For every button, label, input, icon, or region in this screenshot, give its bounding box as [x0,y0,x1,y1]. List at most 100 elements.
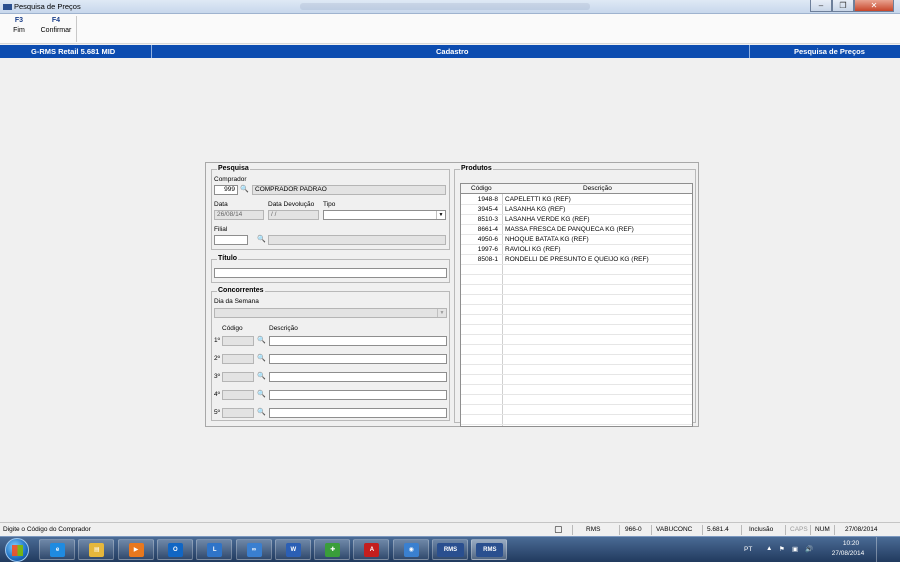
concorrente-index: 4º [214,391,220,398]
table-row[interactable] [461,415,692,425]
dia-semana-select[interactable]: ▼ [214,308,447,318]
fim-button[interactable]: F3 Fim [8,17,30,34]
binoculars-icon[interactable]: 🔍 [256,336,267,346]
start-button[interactable] [5,538,29,562]
binoculars-icon[interactable]: 🔍 [256,235,267,245]
taskbar-word-button[interactable]: W [274,539,311,560]
concorrentes-title: Concorrentes [217,287,265,294]
table-row[interactable]: 4950-6 NHOQUE BATATA KG (REF) [461,235,692,245]
table-row[interactable]: 8661-4 MASSA FRESCA DE PANQUECA KG (REF) [461,225,692,235]
table-row[interactable]: 1997-6 RAVIOLI KG (REF) [461,245,692,255]
status-separator [702,525,703,535]
table-row[interactable] [461,325,692,335]
concorrente-code-input[interactable] [222,354,254,364]
lync-icon: L [207,543,223,557]
clock-date[interactable]: 27/08/2014 [826,550,870,557]
table-row[interactable] [461,355,692,365]
concorrente-code-input[interactable] [222,408,254,418]
binoculars-icon[interactable]: 🔍 [256,354,267,364]
table-row[interactable] [461,405,692,415]
product-description: LASANHA KG (REF) [505,206,566,213]
devolucao-input[interactable]: / / [268,210,319,220]
binoculars-icon[interactable]: 🔍 [239,185,250,195]
window-title: Pesquisa de Preços [14,2,81,11]
table-row[interactable] [461,295,692,305]
minimize-icon[interactable]: – [810,0,832,12]
taskbar-explorer-button[interactable]: ▤ [78,539,115,560]
concorrente-code-input[interactable] [222,390,254,400]
fim-label: Fim [13,27,25,34]
status-message: Digite o Código do Comprador [3,526,91,533]
table-row[interactable]: 1948-8 CAPELETTI KG (REF) [461,195,692,205]
produtos-group: Produtos Código Descrição 1948-8 CAPELETT… [454,165,696,427]
product-description: CAPELETTI KG (REF) [505,196,571,203]
concorrente-desc-field[interactable] [269,372,447,382]
binoculars-icon[interactable]: 🔍 [256,390,267,400]
volume-icon[interactable]: 🔊 [805,545,813,553]
taskbar-app3-button[interactable]: ◉ [392,539,429,560]
table-row[interactable] [461,305,692,315]
flag-icon[interactable]: ⚑ [779,545,785,553]
grid-header-codigo: Código [471,185,492,192]
concorrente-desc-field[interactable] [269,336,447,346]
table-row[interactable] [461,385,692,395]
concorrente-desc-field[interactable] [269,408,447,418]
taskbar-app-button[interactable]: ∞ [235,539,272,560]
tipo-select[interactable]: ▼ [323,210,446,220]
titulo-input[interactable] [214,268,447,278]
filial-input[interactable] [214,235,248,245]
fim-key: F3 [14,17,24,24]
chevron-down-icon[interactable]: ▼ [436,211,445,219]
rms-icon: RMS [437,543,464,557]
concorrente-code-input[interactable] [222,372,254,382]
binoculars-icon[interactable]: 🔍 [256,372,267,382]
table-row[interactable] [461,365,692,375]
produtos-grid[interactable]: Código Descrição 1948-8 CAPELETTI KG (REF… [460,183,693,427]
table-row[interactable]: 8508-1 RONDELLI DE PRESUNTO E QUEIJO KG (… [461,255,692,265]
table-row[interactable]: 8510-3 LASANHA VERDE KG (REF) [461,215,692,225]
table-row[interactable] [461,375,692,385]
product-description: RAVIOLI KG (REF) [505,246,561,253]
maximize-icon[interactable]: ❐ [832,0,854,12]
word-icon: W [285,543,301,557]
concorrente-desc-field[interactable] [269,354,447,364]
status-system: RMS [586,526,601,533]
table-row[interactable] [461,275,692,285]
table-row[interactable] [461,335,692,345]
tray-chevron-icon[interactable]: ▲ [766,545,772,552]
table-row[interactable] [461,285,692,295]
status-num: NUM [815,526,830,533]
concorrente-code-input[interactable] [222,336,254,346]
language-indicator[interactable]: PT [744,546,752,553]
show-desktop-button[interactable] [876,537,884,562]
table-row[interactable] [461,315,692,325]
clock-time[interactable]: 10:20 [836,540,866,547]
taskbar-acrobat-button[interactable]: A [353,539,390,560]
binoculars-icon[interactable]: 🔍 [256,408,267,418]
confirmar-button[interactable]: F4 Confirmar [38,17,74,34]
network-icon[interactable]: ▣ [792,545,798,553]
pesquisa-title: Pesquisa [217,165,250,172]
table-row[interactable] [461,345,692,355]
header-separator [151,45,152,58]
taskbar-ie-button[interactable]: e [39,539,75,560]
chevron-down-icon[interactable]: ▼ [437,309,446,317]
taskbar-app2-button[interactable]: ✚ [314,539,351,560]
window-controls: – ❐ ✕ [810,0,894,12]
comprador-code-input[interactable]: 999 [214,185,238,195]
taskbar-outlook-button[interactable]: O [156,539,193,560]
close-icon[interactable]: ✕ [854,0,894,12]
table-row[interactable] [461,395,692,405]
pesquisa-group: Pesquisa Comprador 999 🔍 COMPRADOR PADRA… [211,165,450,250]
comprador-name-field: COMPRADOR PADRAO [252,185,446,195]
table-row[interactable]: 3945-4 LASANHA KG (REF) [461,205,692,215]
status-caps: CAPS [790,526,808,533]
confirmar-key: F4 [51,17,61,24]
taskbar-media-button[interactable]: ▶ [117,539,154,560]
concorrente-desc-field[interactable] [269,390,447,400]
status-date: 27/08/2014 [845,526,878,533]
table-row[interactable] [461,265,692,275]
taskbar-rms-button[interactable]: RMS [471,539,508,560]
taskbar-rms-button[interactable]: RMS [432,539,468,560]
taskbar-lync-button[interactable]: L [196,539,233,560]
